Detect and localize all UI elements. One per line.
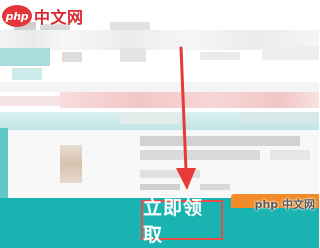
blurred-teal-block (12, 68, 42, 80)
blurred-teal-block (0, 48, 50, 66)
blurred-text-block (140, 136, 300, 146)
blurred-text-block (140, 170, 200, 178)
blurred-grey-block (200, 52, 240, 60)
watermark-site-text: 中文网 (34, 8, 84, 27)
php-logo-icon: php (2, 5, 32, 27)
blurred-text-block (140, 184, 180, 190)
blurred-text-block (200, 184, 230, 190)
blurred-grey-block (62, 52, 82, 62)
blurred-grey-block (120, 48, 146, 62)
corner-watermark: php 中文网 (254, 198, 315, 211)
blurred-image-thumb (60, 145, 82, 183)
watermark: php 中文网 (2, 4, 84, 28)
blurred-pink-band (0, 96, 60, 106)
blurred-teal-column (0, 128, 8, 198)
blurred-text-block (270, 150, 310, 160)
blurred-grey-block (262, 46, 319, 60)
blurred-text-block (110, 22, 150, 30)
blurred-pink-band (60, 92, 319, 108)
claim-now-button[interactable]: 立即领取 (141, 197, 223, 246)
blurred-row (0, 82, 319, 92)
blurred-grey-block (120, 112, 180, 124)
blurred-text-block (140, 150, 260, 160)
blurred-grey-block (240, 112, 319, 124)
